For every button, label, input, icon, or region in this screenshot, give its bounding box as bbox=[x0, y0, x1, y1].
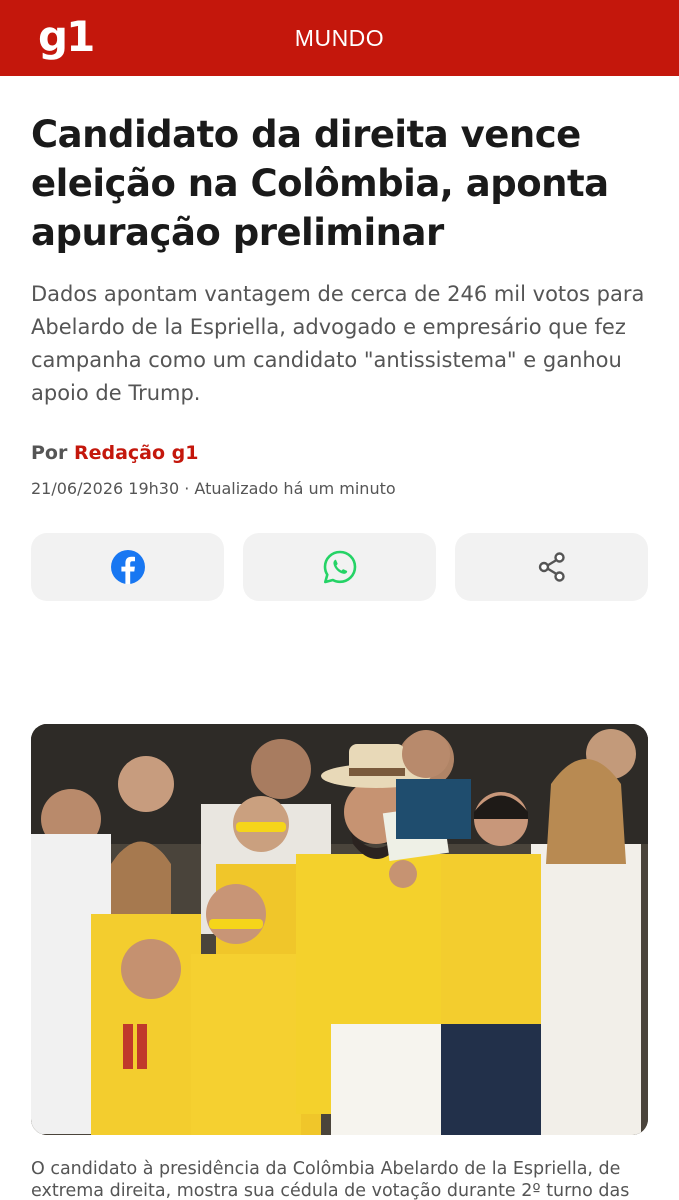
site-header: g1 MUNDO bbox=[0, 0, 679, 76]
whatsapp-icon bbox=[323, 550, 356, 584]
byline: Por Redação g1 bbox=[31, 442, 199, 464]
g1-logo[interactable]: g1 bbox=[38, 14, 95, 60]
share-icon bbox=[538, 552, 565, 582]
share-whatsapp-button[interactable] bbox=[243, 533, 436, 601]
author-link[interactable]: Redação g1 bbox=[74, 442, 199, 464]
article-page: g1 MUNDO Candidato da direita vence elei… bbox=[0, 0, 679, 1200]
byline-prefix: Por bbox=[31, 442, 68, 464]
article-subtitle: Dados apontam vantagem de cerca de 246 m… bbox=[31, 282, 645, 405]
share-facebook-button[interactable] bbox=[31, 533, 224, 601]
photo-illustration bbox=[31, 724, 648, 1135]
article-headline: Candidato da direita vence eleição na Co… bbox=[31, 113, 609, 254]
photo-caption: O candidato à presidência da Colômbia Ab… bbox=[31, 1159, 630, 1200]
article-photo[interactable] bbox=[31, 724, 648, 1135]
share-generic-button[interactable] bbox=[455, 533, 648, 601]
share-bar bbox=[31, 533, 648, 601]
section-title[interactable]: MUNDO bbox=[295, 25, 384, 52]
publish-datetime: 21/06/2026 19h30 · Atualizado há um minu… bbox=[31, 479, 396, 498]
facebook-icon bbox=[110, 550, 145, 584]
